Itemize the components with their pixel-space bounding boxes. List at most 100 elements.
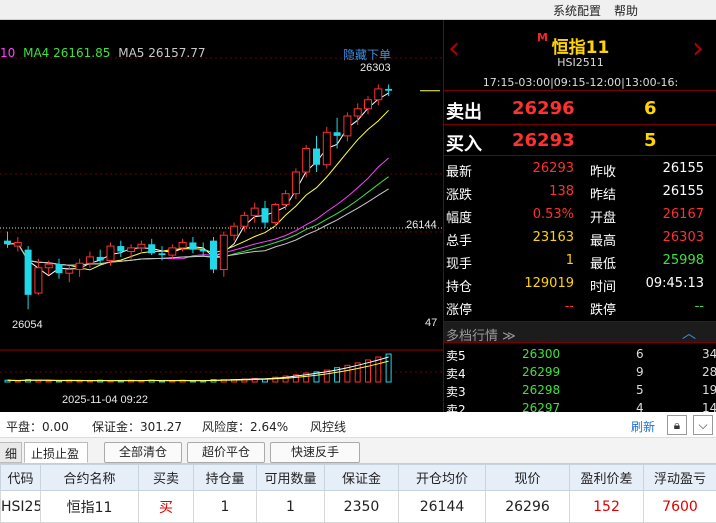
candle-body — [189, 242, 197, 250]
depth-level-label: 卖3 — [446, 385, 466, 399]
ma-line-short — [7, 92, 389, 277]
candle-body — [240, 214, 249, 227]
ma-line-ma4 — [7, 176, 389, 266]
depth-header[interactable]: 多档行情 ≫ ︿ — [444, 321, 716, 344]
divider — [444, 90, 716, 91]
quote-stat-value: 0.53% — [532, 207, 574, 222]
column-header[interactable]: 保证金 — [324, 464, 399, 491]
ma-line-ma5 — [7, 188, 389, 266]
depth-level-label: 卖4 — [446, 367, 466, 381]
candle-body — [364, 99, 372, 110]
depth-price: 26298 — [522, 383, 561, 397]
candle-body — [353, 108, 362, 117]
refresh-link[interactable]: 刷新 — [631, 418, 655, 435]
menu-help[interactable]: 帮助 — [614, 2, 638, 19]
column-header[interactable]: 买卖 — [138, 464, 194, 491]
tab-detail[interactable]: 细 — [0, 442, 22, 463]
candle-body — [106, 245, 115, 262]
quote-stat-value: 26155 — [662, 161, 704, 176]
depth-volume: 9 — [636, 365, 644, 379]
overprice-close-button[interactable]: 超价平仓 — [187, 442, 265, 463]
candle-body — [96, 256, 104, 261]
depth-row[interactable]: 卖3 26298 5 19 — [444, 381, 716, 399]
quote-stat-label: 开盘 — [590, 211, 617, 226]
kline-chart[interactable]: 10 MA4 26161.85 MA5 26157.77 隐藏下单 26303 … — [0, 20, 443, 412]
candle-body — [271, 204, 280, 224]
margin-text: 保证金：301.27 — [92, 420, 182, 434]
ma-legend: 10 MA4 26161.85 MA5 26157.77 — [0, 46, 206, 60]
candle-body — [127, 247, 136, 252]
quote-stat-value: 26293 — [532, 161, 574, 176]
pnl-text: 平盘：0.00 — [6, 420, 69, 434]
positions-body: HSI2511恒指11买11235026144262961527600 — [0, 490, 716, 523]
quote-stat-label: 昨结 — [590, 188, 617, 203]
candle-body — [291, 171, 300, 195]
close-all-button[interactable]: 全部清仓 — [104, 442, 182, 463]
quote-stat-value: -- — [694, 299, 704, 314]
quote-stat-label: 涨停 — [446, 303, 473, 318]
candle-body — [117, 246, 125, 252]
ma-line-mid — [7, 109, 389, 271]
column-header[interactable]: 代码 — [0, 464, 41, 491]
candle-body — [374, 88, 383, 101]
sell-price[interactable]: 26296 — [512, 98, 575, 119]
chevron-down-icon[interactable]: ⌵ — [693, 415, 713, 435]
candle-body — [75, 262, 84, 271]
quote-stat-label: 时间 — [590, 280, 617, 295]
positions-header-row: 代码 合约名称 买卖 持仓量 可用数量 保证金 开仓均价 现价 盈利价差 浮动盈亏 — [0, 464, 716, 491]
candle-body — [250, 207, 259, 216]
low-price-label: 26054 — [12, 319, 43, 331]
buy-label: 买入 — [446, 134, 482, 155]
depth-total: 28 — [702, 365, 716, 379]
quote-stat-label: 最新 — [446, 165, 473, 180]
quote-stat-label: 持仓 — [446, 280, 473, 295]
quote-stat-value: 26303 — [662, 230, 704, 245]
quote-stat-label: 总手 — [446, 234, 473, 249]
double-chevron-down-icon: ≫ — [502, 329, 516, 344]
divider — [444, 124, 716, 125]
quote-stat-value: 25998 — [662, 253, 704, 268]
candle-body — [158, 253, 166, 256]
column-header[interactable]: 盈利价差 — [569, 464, 644, 491]
table-cell: 2350 — [324, 490, 399, 523]
ma-legend-ma5: MA5 26157.77 — [118, 46, 206, 60]
column-header[interactable]: 浮动盈亏 — [643, 464, 716, 491]
table-cell: 26144 — [398, 490, 486, 523]
candle-body — [333, 132, 341, 136]
table-cell: HSI2511 — [0, 490, 41, 523]
last-price-label: 26144 — [406, 219, 437, 231]
candle-body — [385, 88, 393, 91]
table-cell: 7600 — [643, 490, 716, 523]
table-row[interactable]: HSI2511恒指11买11235026144262961527600 — [0, 490, 716, 523]
depth-price: 26299 — [522, 365, 561, 379]
depth-row[interactable]: 卖5 26300 6 34 — [444, 345, 716, 363]
candle-body — [44, 263, 53, 269]
hide-order-link[interactable]: 隐藏下单 — [343, 46, 391, 63]
depth-volume: 5 — [636, 383, 644, 397]
candle-body — [230, 225, 239, 236]
tab-stop-loss[interactable]: 止损止盈 — [24, 442, 88, 463]
divider — [444, 155, 716, 156]
column-header[interactable]: 合约名称 — [40, 464, 139, 491]
volume-ma-white — [7, 356, 389, 382]
quick-reverse-button[interactable]: 快速反手 — [270, 442, 360, 463]
contract-name: 恒指11 — [551, 38, 610, 58]
lock-icon[interactable]: 🔒︎ — [667, 415, 687, 435]
sell-volume: 6 — [644, 98, 657, 119]
column-header[interactable]: 现价 — [485, 464, 570, 491]
candle-body — [210, 240, 217, 270]
quote-stat-label: 跌停 — [590, 303, 617, 318]
candle-body — [34, 267, 43, 294]
column-header[interactable]: 可用数量 — [256, 464, 325, 491]
depth-row[interactable]: 卖4 26299 9 28 — [444, 363, 716, 381]
menu-system-config[interactable]: 系统配置 — [553, 2, 601, 19]
column-header[interactable]: 开仓均价 — [398, 464, 486, 491]
candle-body — [148, 244, 156, 254]
position-tabs-bar: 细 止损止盈 全部清仓 超价平仓 快速反手 — [0, 438, 716, 464]
column-header[interactable]: 持仓量 — [193, 464, 257, 491]
buy-price[interactable]: 26293 — [512, 130, 575, 151]
quote-stat-value: 129019 — [524, 276, 574, 291]
chevron-up-icon[interactable]: ︿ — [682, 323, 696, 343]
table-cell: 恒指11 — [40, 490, 139, 523]
high-price-label: 26303 — [360, 62, 391, 74]
